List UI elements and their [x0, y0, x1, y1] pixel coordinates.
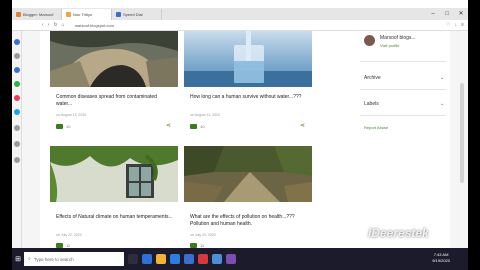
post-title[interactable]: What are the effects of pollution on hea… [190, 214, 308, 227]
forest-path-image [184, 146, 312, 202]
url-field[interactable]: marsoof.blogspot.com [68, 21, 429, 29]
maximize-button[interactable]: □ [440, 8, 454, 19]
speed-dial-favicon-icon [116, 12, 121, 17]
search-placeholder: Type here to search [33, 256, 74, 262]
settings-icon[interactable] [14, 157, 20, 163]
tab-bar: Blogger: Marsoof Nou Tritiyo Speed Dial … [12, 8, 468, 20]
system-clock[interactable]: 7:43 AM 9/19/2020 [432, 252, 450, 264]
bookmarks-icon[interactable] [14, 53, 20, 59]
comment-count: 10 [200, 124, 205, 129]
archive-widget[interactable]: Archive [364, 75, 444, 81]
tab-label: Nou Tritiyo [73, 12, 93, 17]
report-abuse-link[interactable]: Report Abuse [364, 125, 388, 130]
photos-icon[interactable] [212, 254, 222, 264]
avatar[interactable] [364, 35, 375, 46]
store-icon[interactable] [170, 254, 180, 264]
water-glass-image [184, 31, 312, 87]
tab-blogger[interactable]: Blogger: Marsoof [12, 9, 62, 20]
download-icon[interactable]: ↓ [455, 22, 458, 28]
tab-label: Blogger: Marsoof [23, 12, 54, 17]
windows-start-icon[interactable]: ⊞ [12, 252, 24, 266]
minimize-button[interactable]: – [426, 8, 440, 19]
media-icon[interactable] [226, 254, 236, 264]
menu-icon[interactable]: ≡ [461, 22, 464, 28]
address-bar: ‹ › ↻ ⌂ marsoof.blogspot.com [12, 20, 468, 31]
file-explorer-icon[interactable] [156, 254, 166, 264]
post-date: on July 22, 2020 [56, 233, 82, 237]
browser-extras: ♡ ↓ ≡ [446, 22, 464, 28]
task-view-icon[interactable] [128, 254, 138, 264]
chevron-down-icon[interactable]: ⌄ [440, 101, 444, 107]
web-page: Common diseases spread from contaminated… [22, 31, 468, 248]
comment-icon[interactable] [56, 124, 63, 129]
speed-dial-icon[interactable] [14, 39, 20, 45]
clock-date: 9/19/2020 [432, 258, 450, 263]
divider [360, 89, 446, 90]
post-date: on August 13, 2020 [56, 113, 87, 117]
post-title[interactable]: How long can a human survive without wat… [190, 94, 308, 101]
reload-icon[interactable]: ↻ [53, 22, 57, 28]
back-icon[interactable]: ‹ [42, 22, 44, 28]
flow-icon[interactable] [14, 125, 20, 131]
taskbar: ⊞ ⌕ Type here to search 7:43 AM 9/19/202… [12, 248, 468, 270]
post-date: on July 20, 2020 [190, 233, 216, 237]
divider [360, 61, 446, 62]
post-title[interactable]: Common diseases spread from contaminated… [56, 94, 174, 107]
whatsapp-icon[interactable] [14, 81, 20, 87]
home-icon[interactable]: ⌂ [62, 22, 65, 28]
bookmark-icon[interactable]: ♡ [446, 22, 450, 28]
screen: Blogger: Marsoof Nou Tritiyo Speed Dial … [12, 0, 468, 270]
share-icon[interactable]: ⋖ [166, 122, 171, 129]
blog-content: Common diseases spread from contaminated… [40, 31, 450, 248]
tab-speed-dial[interactable]: Speed Dial [112, 9, 162, 20]
twitter-icon[interactable] [14, 109, 20, 115]
comment-count: 10 [66, 124, 71, 129]
tab-blog[interactable]: Nou Tritiyo [62, 9, 112, 20]
scrollbar[interactable] [460, 83, 464, 183]
instagram-icon[interactable] [14, 95, 20, 101]
visit-profile-link[interactable]: Visit profile [380, 43, 400, 48]
post-date: on August 11, 2020 [190, 113, 220, 117]
comment-icon[interactable] [190, 124, 197, 129]
divider [360, 115, 446, 116]
share-icon[interactable]: ⋖ [300, 122, 305, 129]
close-button[interactable]: ✕ [454, 8, 468, 19]
watermark: iDeerestek [368, 226, 429, 240]
url-text: marsoof.blogspot.com [74, 22, 114, 28]
blogger-favicon-icon [16, 12, 21, 17]
taskbar-search[interactable]: ⌕ Type here to search [24, 252, 124, 266]
profile-name: Marsoof blogs... [380, 35, 416, 41]
right-sidebar: Marsoof blogs... Visit profile Archive ⌄… [356, 31, 450, 248]
mail-icon[interactable] [184, 254, 194, 264]
search-icon: ⌕ [28, 256, 31, 262]
labels-widget[interactable]: Labels [364, 101, 444, 107]
vine-window-image [50, 146, 178, 202]
opera-icon[interactable] [198, 254, 208, 264]
blog-favicon-icon [66, 12, 71, 17]
chevron-down-icon[interactable]: ⌄ [440, 75, 444, 81]
window-controls: – □ ✕ [426, 8, 468, 19]
browser-sidebar [12, 31, 22, 248]
edge-icon[interactable] [142, 254, 152, 264]
post-title[interactable]: Effects of Natural climate on human temp… [56, 214, 174, 221]
history-icon[interactable] [14, 141, 20, 147]
rock-arch-image [50, 31, 178, 87]
forward-icon[interactable]: › [48, 22, 50, 28]
tab-label: Speed Dial [123, 12, 143, 17]
messenger-icon[interactable] [14, 67, 20, 73]
